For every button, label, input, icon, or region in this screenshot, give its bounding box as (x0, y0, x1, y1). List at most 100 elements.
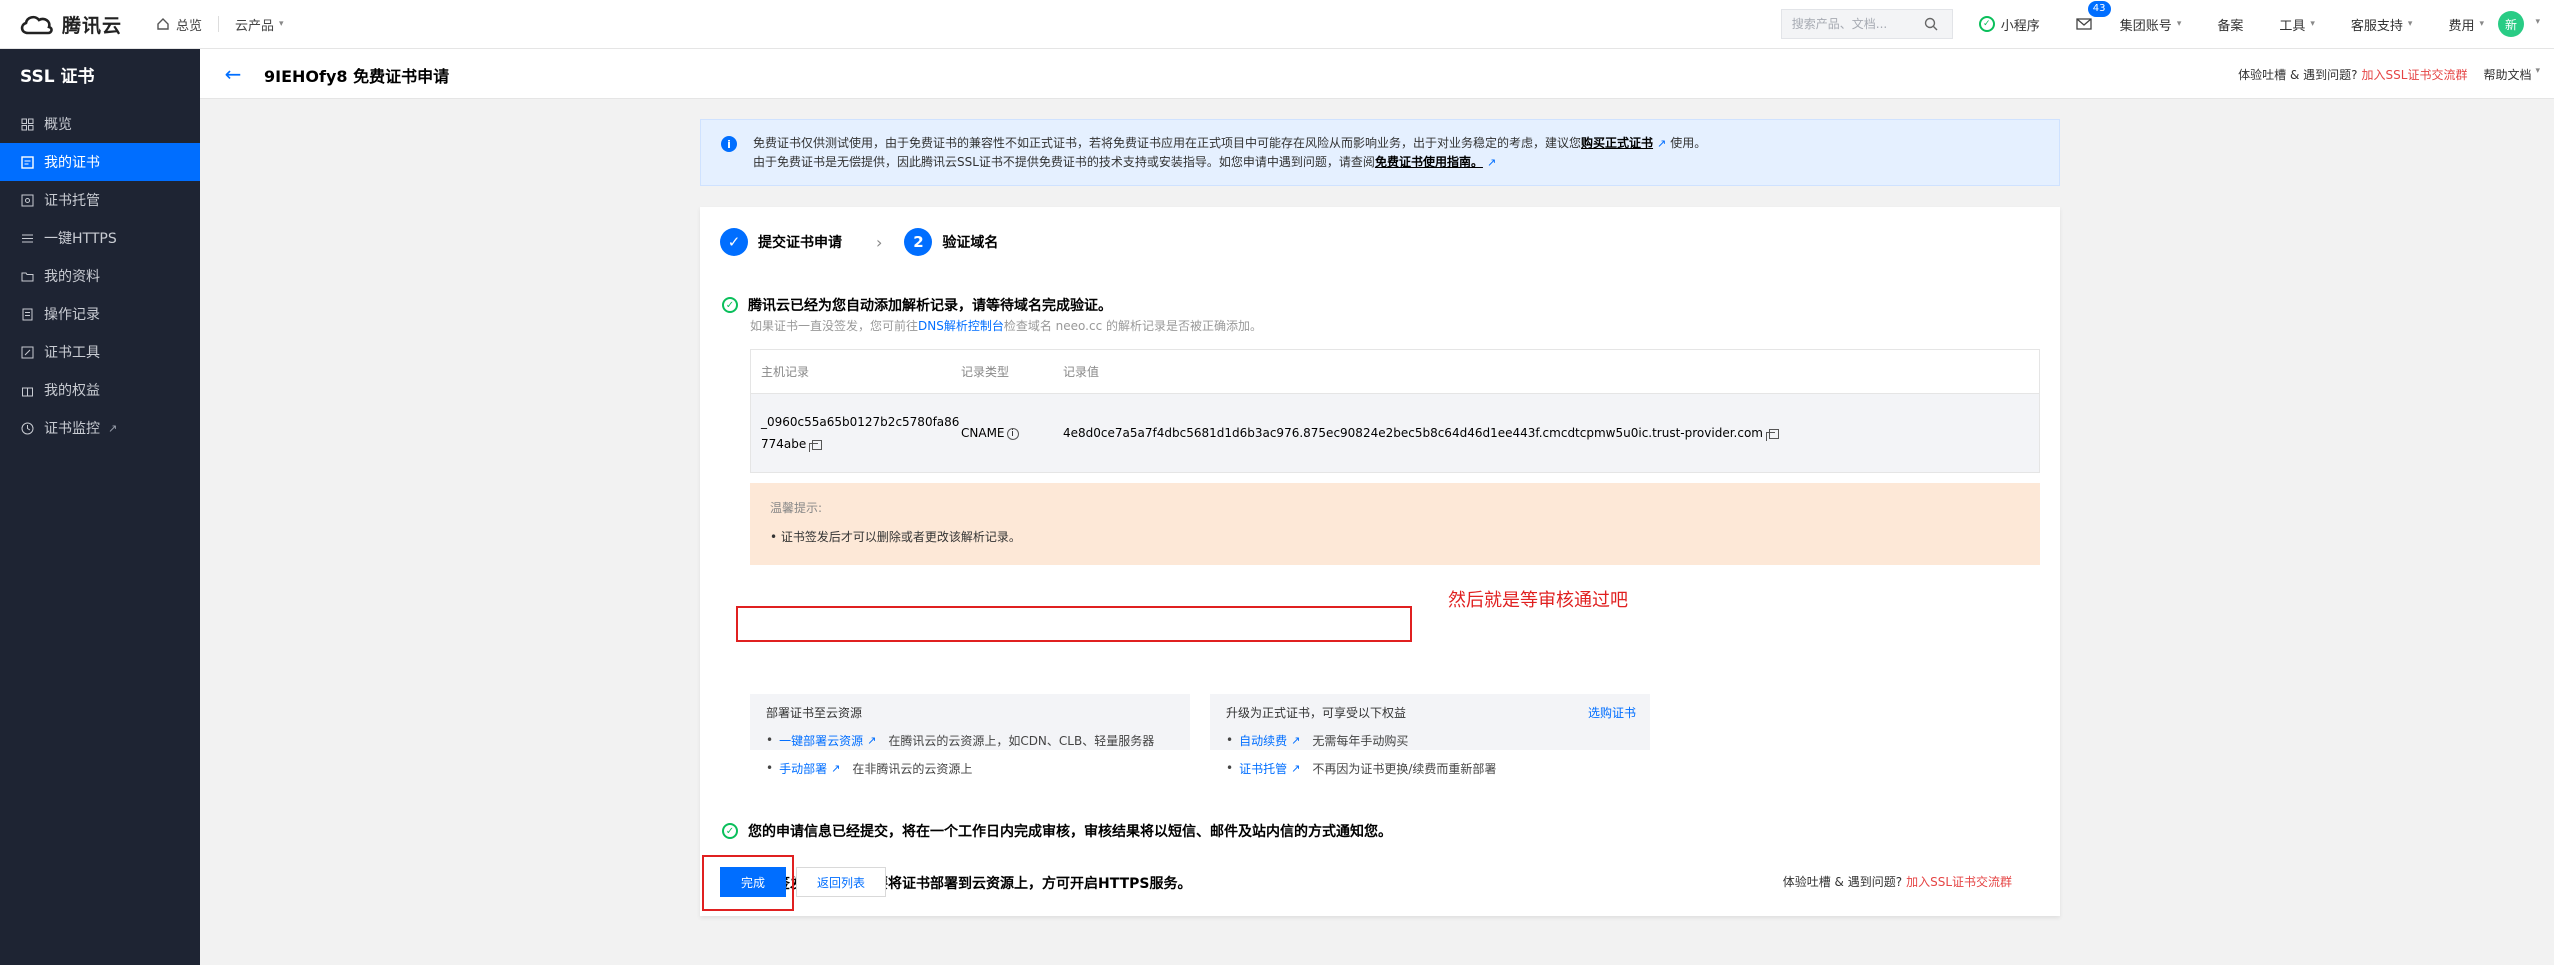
manual-deploy-link[interactable]: 手动部署 (779, 760, 827, 777)
sidebar-title: SSL 证书 (20, 67, 95, 87)
sidebar-item-my-info[interactable]: 我的资料 (0, 257, 200, 295)
search-icon[interactable] (1924, 17, 1938, 31)
dns-console-link[interactable]: DNS解析控制台 (918, 319, 1004, 333)
submitted-title: 您的申请信息已经提交，将在一个工作日内完成审核，审核结果将以短信、邮件及站内信的… (748, 824, 1392, 840)
gift-icon (20, 383, 34, 397)
sidebar-item-overview[interactable]: 概览 (0, 105, 200, 143)
table-header: 主机记录 记录类型 记录值 (751, 350, 2039, 394)
auto-renew-link[interactable]: 自动续费 (1239, 732, 1287, 749)
join-group-link[interactable]: 加入SSL证书交流群 (2362, 66, 2468, 83)
certificate-icon (20, 155, 34, 169)
chevron-down-icon[interactable]: ▾ (2535, 66, 2540, 83)
deploy-to-cloud-box: 部署证书至云资源 • 一键部署云资源 ↗ 在腾讯云的云资源上，如CDN、CLB、轻量服… (750, 694, 1190, 750)
buy-certificate-link[interactable]: 选购证书 (1588, 704, 1636, 721)
list-item: • 手动部署 ↗ 在非腾讯云的云资源上 (766, 760, 973, 777)
mail-count-badge: 43 (2087, 1, 2111, 17)
copy-icon[interactable] (809, 439, 823, 452)
beian-label: 备案 (2217, 18, 2244, 34)
header-links: 体验吐槽 & 遇到问题? 加入SSL证书交流群 帮助文档 ▾ (2238, 66, 2540, 83)
sidebar-item-https[interactable]: 一键HTTPS (0, 219, 200, 257)
notice-text: 由于免费证书是无偿提供，因此腾讯云SSL证书不提供免费证书的技术支持或安装指导。… (753, 155, 1375, 169)
return-list-button[interactable]: 返回列表 (796, 867, 886, 897)
sidebar-item-label: 证书托管 (44, 193, 100, 209)
step-1-label: 提交证书申请 (758, 235, 842, 251)
copy-icon[interactable] (1765, 428, 1779, 441)
sidebar-item-tools[interactable]: 证书工具 (0, 333, 200, 371)
search-box (1780, 9, 1953, 39)
info-icon[interactable]: i (1006, 427, 1019, 440)
account-menu[interactable]: 集团账号 ▾ (2120, 0, 2182, 48)
sidebar-item-label: 概览 (44, 117, 72, 133)
step-2-label: 验证域名 (942, 235, 999, 251)
dashboard-icon (20, 117, 34, 131)
free-cert-guide-link[interactable]: 免费证书使用指南。 (1375, 155, 1483, 169)
mail-button[interactable]: 43 (2076, 0, 2111, 48)
cloud-logo-icon (20, 15, 53, 35)
top-right-nav: ✓ 小程序 43 集团账号 ▾ 备案 工具 ▾ 客服支持 ▾ 费用 ▾ (1780, 0, 2484, 48)
tip-item-text: 证书签发后才可以删除或者更改该解析记录。 (780, 530, 1021, 544)
deploy-box-title: 部署证书至云资源 (766, 706, 863, 720)
log-icon (20, 307, 34, 321)
main-card: ✓ 提交证书申请 › 2 验证域名 ✓ 腾讯云已经为您自动添加解析记录，请等待域… (700, 207, 2060, 916)
external-link-icon: ↗ (108, 421, 118, 435)
upgrade-second-lines: • 证书托管 ↗ 不再因为证书更换/续费而重新部署 (1226, 755, 1496, 781)
cert-hosting-link[interactable]: 证书托管 (1239, 760, 1287, 777)
list-item: • 证书托管 ↗ 不再因为证书更换/续费而重新部署 (1226, 760, 1497, 777)
sidebar-item-label: 我的权益 (44, 383, 100, 399)
beian-link[interactable]: 备案 (2217, 0, 2243, 48)
external-link-icon: ↗ (1291, 761, 1301, 775)
mail-icon (2076, 18, 2092, 30)
verify-section-title: ✓ 腾讯云已经为您自动添加解析记录，请等待域名完成验证。 (722, 295, 1112, 315)
sidebar-item-benefits[interactable]: 我的权益 (0, 371, 200, 409)
mini-program-icon: ✓ (1978, 16, 1995, 32)
check-circle-icon: ✓ (722, 823, 738, 839)
billing-label: 费用 (2448, 18, 2475, 34)
nav-home[interactable]: 总览 (140, 0, 218, 48)
record-value-text: 4e8d0ce7a5a7f4dbc5681d1d6b3ac976.875ec90… (1063, 426, 1763, 440)
sidebar: SSL 证书 概览 我的证书 证书托管 一键HTTPS 我的资料 操作记录 证书… (0, 49, 200, 965)
deploy-second-lines: • 手动部署 ↗ 在非腾讯云的云资源上 (766, 755, 972, 781)
chevron-down-icon: ▾ (2479, 19, 2484, 29)
external-link-icon: ↗ (1486, 156, 1497, 169)
external-link-icon: ↗ (831, 761, 841, 775)
column-host: 主机记录 (761, 364, 810, 379)
back-arrow-icon[interactable]: ← (220, 61, 246, 87)
note-text: 如果证书一直没签发，您可前往 (750, 319, 919, 333)
nav-products[interactable]: 云产品 ▾ (219, 0, 300, 48)
sidebar-item-label: 一键HTTPS (44, 231, 117, 247)
brand-logo[interactable]: 腾讯云 (18, 12, 122, 37)
support-menu[interactable]: 客服支持 ▾ (2351, 0, 2413, 48)
notice-text: 免费证书仅供测试使用，由于免费证书的兼容性不如正式证书，若将免费证书应用在正式项… (753, 136, 1582, 150)
list-item: • 自动续费 ↗ 无需每年手动购买 (1226, 732, 1409, 749)
tool-icon (20, 345, 34, 359)
sidebar-item-operation-log[interactable]: 操作记录 (0, 295, 200, 333)
chevron-down-icon: ▾ (2407, 19, 2413, 29)
check-circle-icon: ✓ (722, 297, 738, 313)
tools-menu[interactable]: 工具 ▾ (2279, 0, 2315, 48)
mini-program-label: 小程序 (2000, 18, 2040, 34)
buy-cert-link[interactable]: 购买正式证书 (1581, 136, 1653, 150)
step-2-number: 2 (904, 228, 933, 256)
join-group-link[interactable]: 加入SSL证书交流群 (1906, 875, 2012, 889)
warm-tip: 温馨提示: • 证书签发后才可以删除或者更改该解析记录。 (750, 483, 2040, 565)
mini-program-link[interactable]: ✓ 小程序 (1978, 0, 2040, 48)
avatar[interactable]: 新 (2498, 11, 2524, 37)
chevron-down-icon: ▾ (2310, 19, 2315, 29)
sidebar-item-label: 证书工具 (44, 345, 100, 361)
billing-menu[interactable]: 费用 ▾ (2448, 0, 2484, 48)
notice-line-1: 免费证书仅供测试使用，由于免费证书的兼容性不如正式证书，若将免费证书应用在正式项… (753, 134, 2045, 153)
chevron-down-icon[interactable]: ▾ (2535, 17, 2540, 27)
one-click-deploy-link[interactable]: 一键部署云资源 (779, 732, 863, 749)
sidebar-item-my-certificates[interactable]: 我的证书 (0, 143, 200, 181)
support-label: 客服支持 (2350, 18, 2403, 34)
account-label: 集团账号 (2119, 18, 2172, 34)
sidebar-item-label: 我的资料 (44, 269, 100, 285)
sidebar-item-monitor[interactable]: 证书监控 ↗ (0, 409, 200, 447)
https-icon (20, 231, 34, 245)
upgrade-box: 升级为正式证书，可享受以下权益 • 自动续费 ↗ 无需每年手动购买 选购证书 (1210, 694, 1650, 750)
help-docs-link[interactable]: 帮助文档 (2483, 66, 2531, 83)
column-type: 记录类型 (961, 365, 1010, 379)
sidebar-item-hosting[interactable]: 证书托管 (0, 181, 200, 219)
hosting-icon (20, 193, 34, 207)
search-input[interactable] (1791, 17, 1924, 31)
